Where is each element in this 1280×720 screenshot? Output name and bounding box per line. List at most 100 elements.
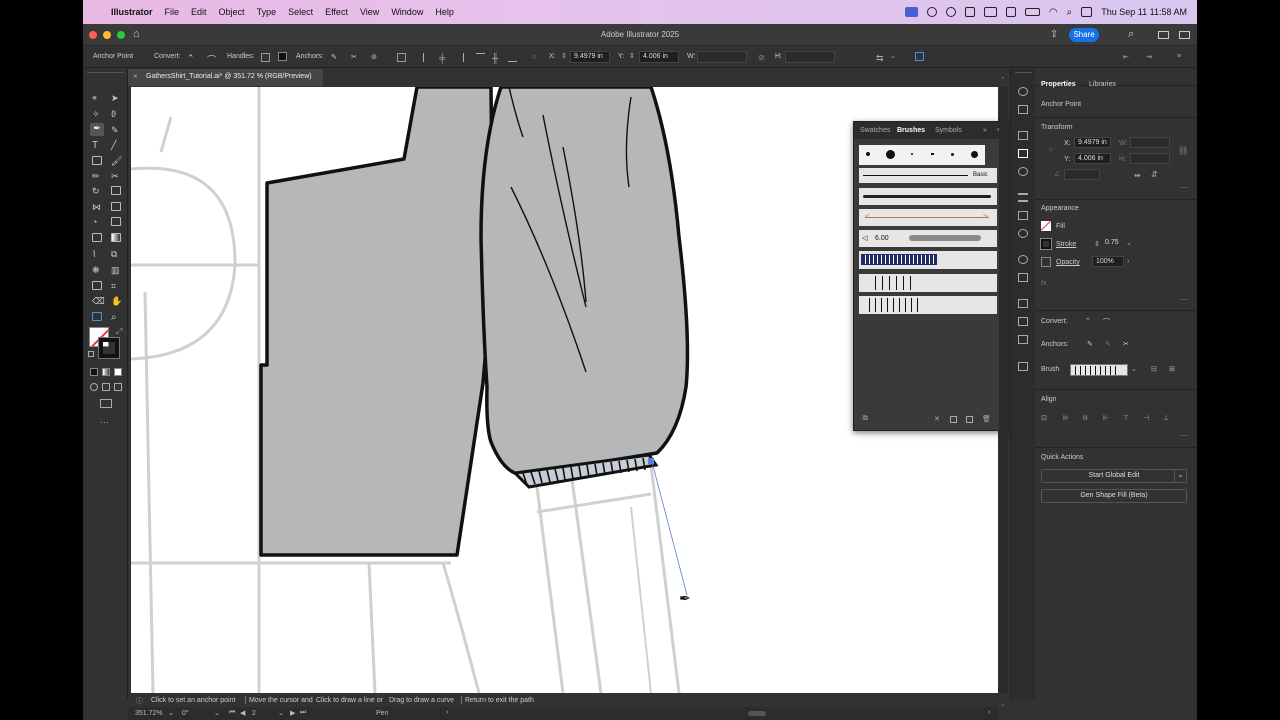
brush-basic[interactable]: Basic <box>859 168 997 183</box>
hand-tool[interactable]: ✋ <box>111 296 122 306</box>
selection-tool[interactable]: ⌖ <box>92 93 102 103</box>
artboard-number[interactable]: 2 <box>252 710 256 717</box>
menu-window[interactable]: Window <box>391 7 423 17</box>
width-tool[interactable]: ⋈ <box>92 202 102 212</box>
prop-y-field[interactable]: 4.006 in <box>1074 153 1111 164</box>
anchor-option-icon[interactable]: ✎ <box>1105 340 1111 348</box>
strip-collapse-icon[interactable] <box>1015 72 1032 73</box>
menu-type[interactable]: Type <box>257 7 277 17</box>
h-field[interactable] <box>785 51 835 63</box>
brush-options-icon[interactable]: ⊞ <box>1169 365 1175 373</box>
comments-icon[interactable] <box>1018 362 1028 371</box>
brush-arrow[interactable]: < > <box>859 209 997 226</box>
menu-object[interactable]: Object <box>219 7 245 17</box>
stroke-stepper-icon[interactable]: ⇕ <box>1094 240 1100 248</box>
draw-mode-icon[interactable] <box>90 383 98 391</box>
brush-dot-4[interactable] <box>931 153 934 155</box>
brush-dot-3[interactable] <box>911 153 913 155</box>
document-tab[interactable]: × GathersShirt_Tutorial.ai* @ 351.72 % (… <box>128 69 323 86</box>
direct-selection-tool[interactable]: ➤ <box>111 93 121 103</box>
color-mode-icon[interactable] <box>90 368 98 376</box>
brush-dot-2[interactable] <box>886 150 895 159</box>
y-field[interactable]: 4.006 in <box>639 51 679 63</box>
scale-tool[interactable] <box>111 186 121 195</box>
prev-artboard-icon[interactable]: ◀ <box>240 709 245 717</box>
brush-options-icon[interactable] <box>950 416 957 423</box>
more-options-icon[interactable]: ··· <box>1180 183 1188 192</box>
align-center-icon[interactable]: ╪ <box>439 53 448 63</box>
menu-view[interactable]: View <box>360 7 379 17</box>
export-icon[interactable] <box>1018 317 1028 326</box>
rocket-icon[interactable]: ⇪ <box>1050 29 1058 40</box>
gen-shape-fill-button[interactable]: Gen Shape Fill (Beta) <box>1041 489 1187 503</box>
flip-vertical-icon[interactable]: ⇵ <box>1151 170 1158 179</box>
reference-point-icon[interactable]: ⁘ <box>1048 146 1056 154</box>
color-icon[interactable] <box>1018 229 1028 238</box>
control-center-icon[interactable] <box>1081 7 1093 17</box>
stroke-swatch[interactable] <box>1040 238 1052 250</box>
grammarly-icon[interactable] <box>926 7 937 17</box>
rotate-field[interactable] <box>1064 169 1100 180</box>
tab-properties[interactable]: Properties <box>1041 81 1076 88</box>
isolate-group-icon[interactable]: ⇤ <box>1123 53 1132 62</box>
eraser-tool[interactable]: ⌫ <box>92 296 105 306</box>
brushes-icon[interactable] <box>1018 167 1028 176</box>
remove-anchor-icon[interactable]: ✎ <box>331 53 340 62</box>
rotation-angle[interactable]: 0° <box>182 710 189 717</box>
brush-smudge[interactable]: ◁ 6.00 <box>859 230 997 247</box>
convert-smooth-icon[interactable]: ⌒ <box>207 53 216 65</box>
transform-icon[interactable] <box>915 52 924 61</box>
zoom-tool[interactable]: ⌕ <box>111 312 121 323</box>
menu-file[interactable]: File <box>165 7 180 17</box>
y-stepper-icon[interactable]: ⇕ <box>629 52 635 60</box>
more-options-icon[interactable]: ··· <box>1180 295 1188 304</box>
curvature-tool[interactable]: ✎ <box>111 125 121 135</box>
tab-symbols[interactable]: Symbols <box>935 127 962 134</box>
convert-corner-icon[interactable]: ⌃ <box>1085 317 1091 325</box>
tools-collapse-icon[interactable] <box>87 72 124 76</box>
brush-selector[interactable] <box>1070 364 1128 376</box>
free-transform-tool[interactable] <box>111 202 121 211</box>
brush-libraries-icon[interactable]: ⫶⧉ <box>861 415 868 423</box>
symbol-sprayer-tool[interactable]: ❋ <box>92 265 102 275</box>
path-icon[interactable]: ⇆ <box>876 53 885 63</box>
flip-horizontal-icon[interactable]: ⇹ <box>1134 171 1141 180</box>
search-icon[interactable]: ⌕ <box>1128 28 1134 41</box>
wifi-icon[interactable]: ◠ <box>1049 7 1058 18</box>
swatches-icon[interactable] <box>1018 211 1028 220</box>
mesh-tool[interactable] <box>92 233 102 242</box>
draw-inside-icon[interactable] <box>114 383 122 391</box>
brush-dot-6[interactable] <box>971 151 978 158</box>
layers-icon[interactable] <box>1018 87 1028 96</box>
scissors-tool[interactable]: ✂ <box>111 171 121 181</box>
scroll-up-icon[interactable]: ⌃ <box>1000 76 1006 84</box>
arrange-icon[interactable]: ⇥ <box>1146 53 1155 62</box>
brush-dropdown-icon[interactable]: ⌄ <box>1131 365 1137 373</box>
share-button[interactable]: Share <box>1069 28 1099 42</box>
horizontal-scrollbar[interactable] <box>748 711 766 716</box>
type-tool[interactable]: T <box>92 140 102 151</box>
scroll-right-icon[interactable]: › <box>988 709 990 716</box>
window-icon[interactable] <box>983 7 997 17</box>
appearance-icon[interactable] <box>1018 299 1028 308</box>
prop-h-field[interactable] <box>1130 153 1170 164</box>
vertical-scrollbar[interactable] <box>999 87 1008 693</box>
brush-pattern[interactable] <box>859 251 997 269</box>
next-artboard-icon[interactable]: ▶ <box>290 709 295 717</box>
x-field[interactable]: 9.4979 in <box>570 51 610 63</box>
x-stepper-icon[interactable]: ⇕ <box>561 52 567 60</box>
control-menu-icon[interactable]: ≡ <box>1177 53 1186 62</box>
screen-mode-icon[interactable] <box>100 399 112 408</box>
chevron-down-icon[interactable]: ⌄ <box>1174 470 1186 482</box>
none-mode-icon[interactable] <box>114 368 122 376</box>
tab-libraries[interactable]: Libraries <box>1089 81 1116 88</box>
align-right-icon[interactable] <box>455 53 464 62</box>
gradient-tool[interactable] <box>111 233 121 242</box>
slice-tool[interactable]: ⌗ <box>111 281 121 291</box>
pen-tool[interactable]: ✒ <box>90 123 104 136</box>
close-tab-icon[interactable]: × <box>133 72 138 81</box>
align-bottom-icon[interactable] <box>508 53 517 62</box>
new-brush-icon[interactable] <box>966 416 973 423</box>
clock[interactable]: Thu Sep 11 11:58 AM <box>1101 7 1187 17</box>
chevron-down-icon[interactable]: ⌄ <box>890 52 899 61</box>
